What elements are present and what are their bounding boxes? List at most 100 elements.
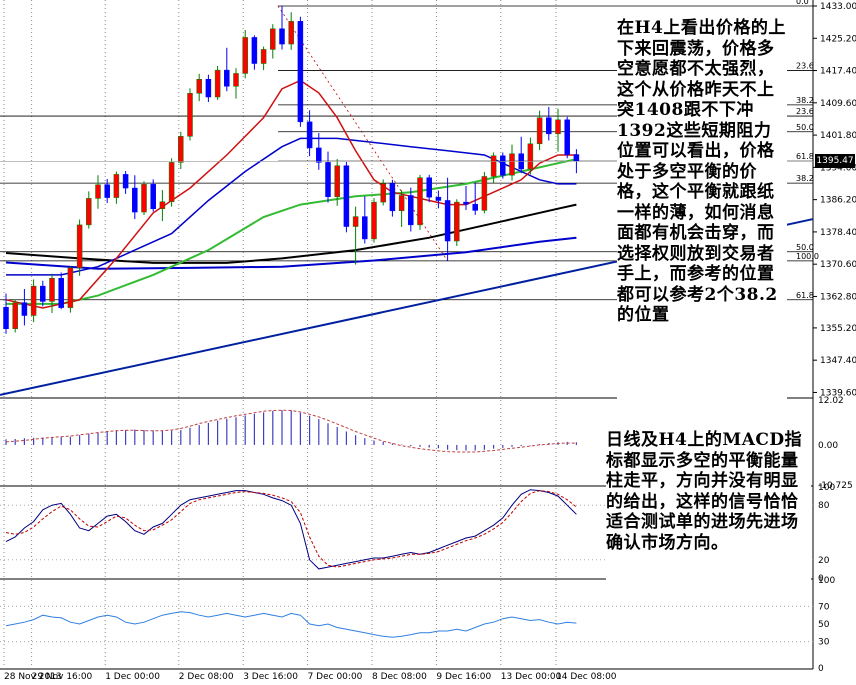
candle-down [343, 165, 350, 227]
price-tick-label: 1386.20 [820, 196, 856, 206]
candle-up [555, 119, 561, 135]
candle-up [187, 93, 193, 137]
candle-up [168, 162, 175, 202]
x-tick-label: 2 Dec 08:00 [179, 672, 234, 682]
candle-down [306, 121, 313, 149]
candle-down [426, 177, 432, 198]
rsi-tick-label: 0 [818, 664, 824, 674]
candle-down [389, 183, 396, 212]
candle-down [150, 184, 156, 209]
fib-label-right: 50.0 [796, 243, 814, 252]
candle-up [509, 153, 515, 176]
fib-label-right: 100.0 [796, 252, 819, 261]
price-commentary: 在H4上看出价格的上下来回震荡，价格多空意愿都不太强烈，这个从价格昨天不上突14… [617, 18, 787, 404]
price-tick-label: 1355.20 [820, 324, 856, 334]
candle-down [224, 69, 230, 87]
rsi-tick-label: 70 [818, 602, 830, 612]
fib-label-left: 61.8 [796, 152, 814, 161]
candle-up [398, 195, 405, 212]
price-tick-label: 1409.60 [820, 99, 856, 109]
x-tick-label: 9 Dec 16:00 [436, 672, 491, 682]
candle-up [178, 136, 184, 163]
price-tick-label: 1362.80 [820, 292, 856, 302]
price-tick-label: 1378.40 [820, 228, 856, 238]
candle-down [205, 78, 212, 98]
candle-down [408, 195, 414, 226]
candle-down [21, 302, 28, 316]
candle-down [104, 184, 110, 198]
candle-up [490, 155, 497, 177]
candle-up [95, 184, 101, 199]
fib-label-left: 50.0 [796, 123, 814, 132]
candle-up [371, 201, 377, 240]
macd-commentary: 日线及H4上的MACD指标都显示多空的平衡能量柱走平，方向并没有明显的给出，这样… [606, 430, 811, 580]
candle-up [417, 177, 423, 226]
rsi-tick-label: 30 [818, 638, 830, 648]
candle-up [196, 78, 202, 94]
candle-down [279, 28, 285, 45]
candle-up [233, 73, 239, 87]
candle-up [334, 165, 340, 197]
macd-tick-label: 0.00 [818, 441, 838, 451]
stoch-tick-label: 20 [818, 556, 830, 566]
x-tick-label: 7 Dec 00:00 [308, 672, 363, 682]
candle-up [12, 302, 18, 329]
current-price-badge: 1395.47 [815, 154, 855, 169]
stoch-tick-label: 80 [818, 501, 830, 511]
candle-down [297, 21, 304, 123]
candle-up [527, 143, 534, 170]
candle-up [536, 117, 543, 145]
x-tick-label: 14 Dec 08:00 [556, 672, 617, 682]
candle-down [40, 285, 46, 302]
candle-up [214, 69, 221, 98]
rsi-tick-label: 50 [818, 620, 830, 630]
fib-label-left: 23.6 [796, 62, 814, 71]
x-tick-label: 29 Nov 16:00 [32, 672, 93, 682]
candle-up [454, 201, 460, 242]
x-tick-label: 1 Dec 00:00 [105, 672, 160, 682]
candle-down [472, 203, 478, 211]
candle-down [132, 187, 138, 213]
stoch-tick-label: 100 [818, 483, 835, 493]
candle-down [58, 278, 64, 308]
price-tick-label: 1417.40 [820, 67, 856, 77]
price-tick-label: 1339.60 [820, 388, 856, 398]
candle-up [49, 278, 55, 302]
candle-down [546, 117, 552, 135]
candle-up [352, 216, 359, 227]
candle-down [463, 201, 469, 205]
price-tick-label: 1347.40 [820, 356, 856, 366]
candle-up [481, 176, 488, 211]
candle-down [444, 200, 451, 242]
x-tick-label: 8 Dec 08:00 [372, 672, 427, 682]
candle-up [380, 183, 386, 203]
rsi-tick-label: 100 [818, 576, 835, 586]
fib-label-left: 38.2 [796, 96, 814, 105]
candle-down [251, 37, 258, 64]
price-tick-label: 1370.60 [820, 260, 856, 270]
candle-up [76, 224, 83, 269]
price-tick-label: 1433.00 [820, 2, 856, 12]
price-tick-label: 1425.20 [820, 34, 856, 44]
candle-down [564, 119, 570, 155]
x-tick-label: 13 Dec 00:00 [501, 672, 562, 682]
candle-down [316, 147, 322, 163]
fib-label-right: 23.6 [796, 107, 814, 116]
candle-up [141, 184, 147, 213]
fib-label-right: 38.2 [796, 174, 814, 183]
candle-up [288, 21, 294, 45]
candle-down [3, 306, 9, 329]
candle-up [159, 201, 166, 209]
candle-up [113, 174, 120, 198]
candle-up [86, 198, 92, 226]
candle-down [362, 216, 368, 240]
price-tick-label: 1401.80 [820, 131, 856, 141]
candle-up [242, 37, 248, 74]
candle-down [325, 162, 331, 197]
candle-down [500, 155, 506, 176]
candle-up [67, 267, 74, 308]
candle-down [122, 174, 129, 189]
candle-up [30, 285, 37, 316]
candle-up [260, 49, 267, 64]
x-tick-label: 3 Dec 16:00 [243, 672, 298, 682]
